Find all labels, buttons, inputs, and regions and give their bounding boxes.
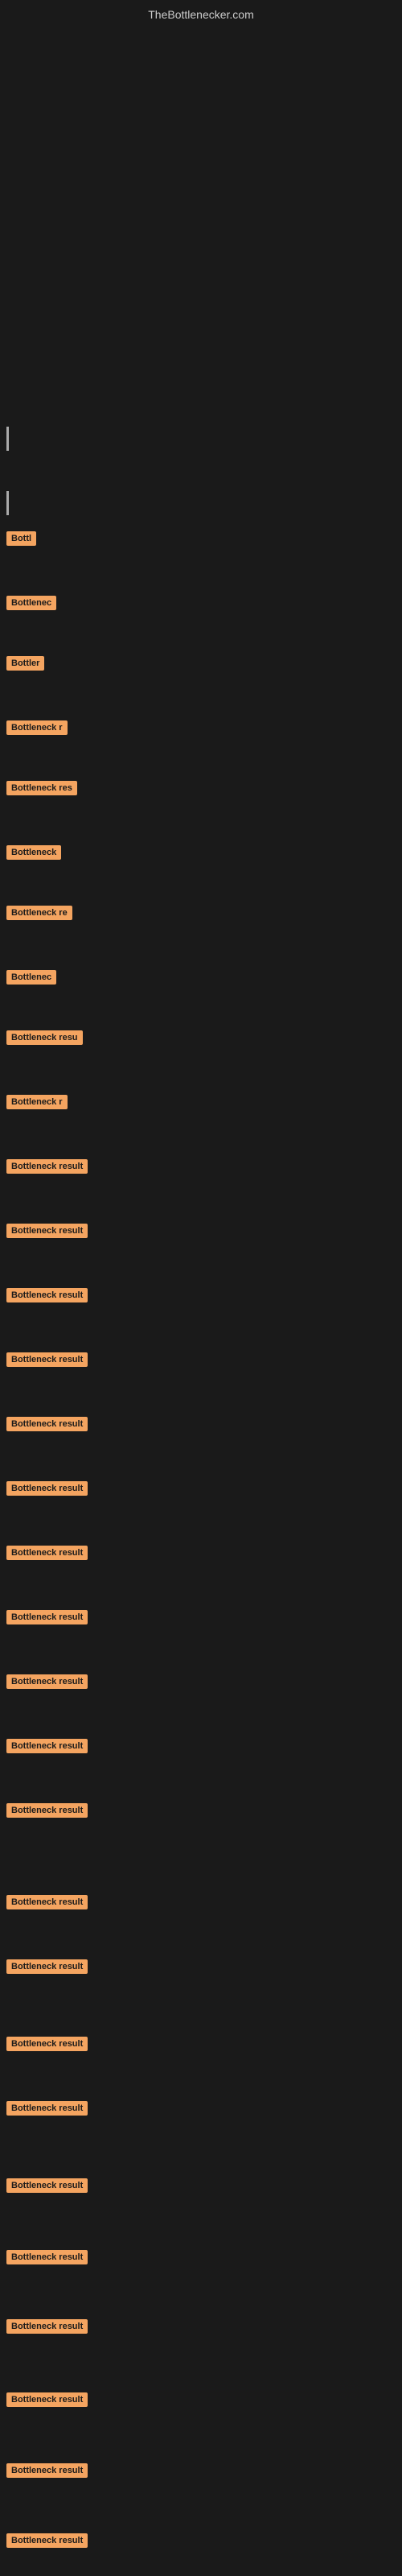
bottleneck-item-6[interactable]: Bottleneck — [6, 845, 61, 864]
bottleneck-badge-11[interactable]: Bottleneck result — [6, 1159, 88, 1174]
bottleneck-badge-8[interactable]: Bottlenec — [6, 970, 56, 985]
bottleneck-item-27[interactable]: Bottleneck result — [6, 2250, 88, 2268]
site-title: TheBottlenecker.com — [148, 8, 254, 21]
bottleneck-badge-21[interactable]: Bottleneck result — [6, 1803, 88, 1818]
bottleneck-item-17[interactable]: Bottleneck result — [6, 1546, 88, 1564]
bottleneck-item-23[interactable]: Bottleneck result — [6, 1959, 88, 1978]
bottleneck-item-18[interactable]: Bottleneck result — [6, 1610, 88, 1629]
bottleneck-badge-14[interactable]: Bottleneck result — [6, 1352, 88, 1367]
bottleneck-badge-13[interactable]: Bottleneck result — [6, 1288, 88, 1302]
bottleneck-item-4[interactable]: Bottleneck r — [6, 720, 68, 739]
bottleneck-badge-25[interactable]: Bottleneck result — [6, 2101, 88, 2116]
bottleneck-badge-30[interactable]: Bottleneck result — [6, 2463, 88, 2478]
bottleneck-badge-19[interactable]: Bottleneck result — [6, 1674, 88, 1689]
bottleneck-badge-16[interactable]: Bottleneck result — [6, 1481, 88, 1496]
bottleneck-badge-9[interactable]: Bottleneck resu — [6, 1030, 83, 1045]
bottleneck-badge-4[interactable]: Bottleneck r — [6, 720, 68, 735]
bottleneck-badge-6[interactable]: Bottleneck — [6, 845, 61, 860]
bottleneck-item-14[interactable]: Bottleneck result — [6, 1352, 88, 1371]
bottleneck-item-10[interactable]: Bottleneck r — [6, 1095, 68, 1113]
bottleneck-badge-7[interactable]: Bottleneck re — [6, 906, 72, 920]
bottleneck-item-15[interactable]: Bottleneck result — [6, 1417, 88, 1435]
bottleneck-item-29[interactable]: Bottleneck result — [6, 2392, 88, 2411]
bottleneck-item-11[interactable]: Bottleneck result — [6, 1159, 88, 1178]
bottleneck-item-31[interactable]: Bottleneck result — [6, 2533, 88, 2552]
bottleneck-item-30[interactable]: Bottleneck result — [6, 2463, 88, 2482]
bottleneck-badge-24[interactable]: Bottleneck result — [6, 2037, 88, 2051]
bottleneck-item-16[interactable]: Bottleneck result — [6, 1481, 88, 1500]
bottleneck-item-13[interactable]: Bottleneck result — [6, 1288, 88, 1307]
bottleneck-item-24[interactable]: Bottleneck result — [6, 2037, 88, 2055]
bottleneck-badge-27[interactable]: Bottleneck result — [6, 2250, 88, 2264]
bottleneck-badge-12[interactable]: Bottleneck result — [6, 1224, 88, 1238]
bottleneck-badge-10[interactable]: Bottleneck r — [6, 1095, 68, 1109]
bottleneck-badge-26[interactable]: Bottleneck result — [6, 2178, 88, 2193]
bottleneck-item-9[interactable]: Bottleneck resu — [6, 1030, 83, 1049]
bottleneck-item-21[interactable]: Bottleneck result — [6, 1803, 88, 1822]
bottleneck-item-2[interactable]: Bottlenec — [6, 596, 56, 614]
bottleneck-item-22[interactable]: Bottleneck result — [6, 1895, 88, 1913]
bottleneck-badge-31[interactable]: Bottleneck result — [6, 2533, 88, 2548]
bottleneck-item-1[interactable]: Bottl — [6, 531, 36, 550]
bottleneck-badge-2[interactable]: Bottlenec — [6, 596, 56, 610]
bottleneck-badge-3[interactable]: Bottler — [6, 656, 44, 671]
bottleneck-item-8[interactable]: Bottlenec — [6, 970, 56, 989]
bottleneck-badge-17[interactable]: Bottleneck result — [6, 1546, 88, 1560]
bottleneck-item-19[interactable]: Bottleneck result — [6, 1674, 88, 1693]
bottleneck-badge-22[interactable]: Bottleneck result — [6, 1895, 88, 1909]
cursor-line-2 — [6, 491, 9, 515]
bottleneck-item-12[interactable]: Bottleneck result — [6, 1224, 88, 1242]
bottleneck-item-5[interactable]: Bottleneck res — [6, 781, 77, 799]
bottleneck-badge-23[interactable]: Bottleneck result — [6, 1959, 88, 1974]
bottleneck-item-20[interactable]: Bottleneck result — [6, 1739, 88, 1757]
bottleneck-item-28[interactable]: Bottleneck result — [6, 2319, 88, 2338]
bottleneck-item-26[interactable]: Bottleneck result — [6, 2178, 88, 2197]
bottleneck-badge-29[interactable]: Bottleneck result — [6, 2392, 88, 2407]
bottleneck-item-25[interactable]: Bottleneck result — [6, 2101, 88, 2120]
bottleneck-badge-18[interactable]: Bottleneck result — [6, 1610, 88, 1624]
bottleneck-badge-20[interactable]: Bottleneck result — [6, 1739, 88, 1753]
cursor-line-1 — [6, 427, 9, 451]
bottleneck-badge-15[interactable]: Bottleneck result — [6, 1417, 88, 1431]
bottleneck-badge-5[interactable]: Bottleneck res — [6, 781, 77, 795]
bottleneck-item-7[interactable]: Bottleneck re — [6, 906, 72, 924]
bottleneck-badge-1[interactable]: Bottl — [6, 531, 36, 546]
bottleneck-item-3[interactable]: Bottler — [6, 656, 44, 675]
bottleneck-badge-28[interactable]: Bottleneck result — [6, 2319, 88, 2334]
